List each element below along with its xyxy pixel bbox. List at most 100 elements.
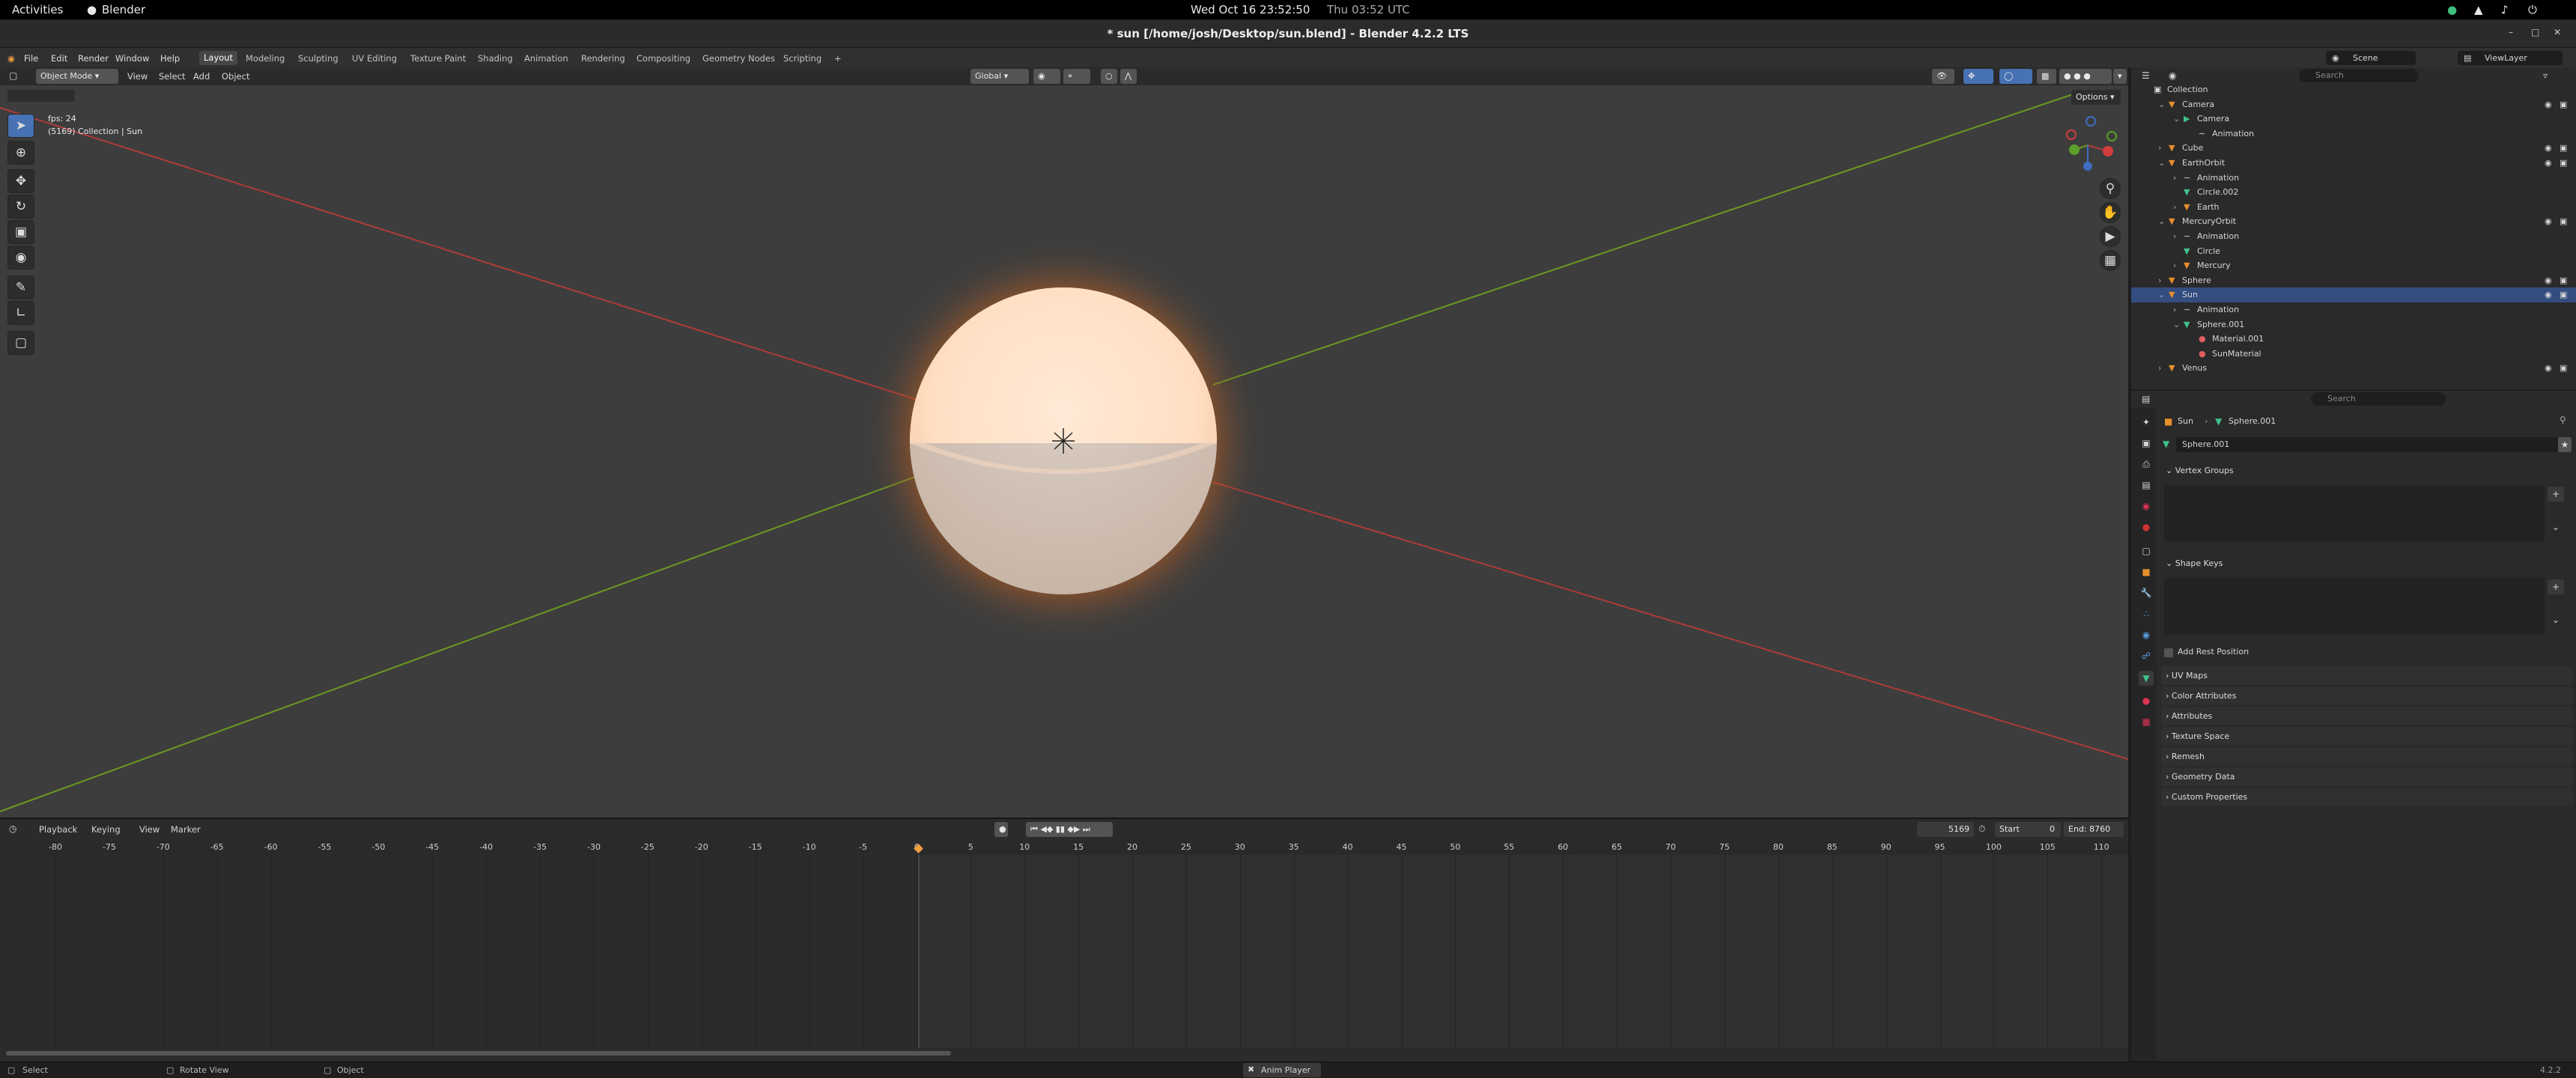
menu-render[interactable]: Render	[78, 53, 109, 64]
output-tab-icon[interactable]: ⎙	[2139, 457, 2154, 472]
outliner[interactable]: ☰ ◉ Search ▿ ▣ Collection ⌄ ▼ Camera ◉ ▣ ⌄ ▶ Came…	[2131, 67, 2576, 389]
tab-modeling[interactable]: Modeling	[246, 53, 285, 64]
render-tab-icon[interactable]: ▣	[2139, 436, 2154, 451]
visibility-eye-icon[interactable]: ◉	[2545, 361, 2552, 376]
add-cube-tool[interactable]: ▢	[7, 331, 34, 355]
chevron-down-icon[interactable]: ⌄	[2158, 156, 2165, 171]
shape-keys-list[interactable]	[2164, 578, 2545, 635]
outliner-row[interactable]: ∼ Animation	[2131, 127, 2576, 141]
visibility-eye-icon[interactable]: ◉	[2545, 156, 2552, 171]
outliner-row[interactable]: ⌄ ▼ Camera ◉ ▣	[2131, 97, 2576, 112]
collapsed-panel[interactable]: › Custom Properties	[2161, 788, 2573, 806]
properties-search-input[interactable]: Search	[2311, 392, 2446, 406]
world-tab-icon[interactable]: ●	[2139, 520, 2154, 535]
shading-options-button[interactable]: ▾	[2113, 69, 2127, 84]
chevron-right-icon[interactable]: ›	[2173, 200, 2176, 215]
constraints-tab-icon[interactable]: ☍	[2139, 648, 2154, 663]
tab-geometry-nodes[interactable]: Geometry Nodes	[702, 53, 775, 64]
tray-status-icon[interactable]: ●	[2447, 3, 2457, 16]
minimize-icon[interactable]: –	[2509, 27, 2513, 37]
outliner-row[interactable]: › ∼ Animation	[2131, 302, 2576, 317]
visibility-button[interactable]: 👁	[1932, 69, 1954, 84]
properties-editor-icon[interactable]: ▤	[2142, 394, 2150, 404]
menu-marker[interactable]: Marker	[171, 824, 201, 835]
orientation-dropdown[interactable]: Global ▾	[970, 69, 1029, 84]
visibility-eye-icon[interactable]: ◉	[2545, 97, 2552, 112]
outliner-row[interactable]: › ▼ Mercury	[2131, 258, 2576, 273]
mesh-browse-icon[interactable]: ▼	[2163, 439, 2169, 449]
menu-help[interactable]: Help	[160, 53, 180, 64]
shape-keys-panel-header[interactable]: ⌄ Shape Keys	[2161, 554, 2573, 573]
collapsed-panel[interactable]: › Remesh	[2161, 747, 2573, 766]
options-dropdown[interactable]: Options ▾	[2071, 90, 2121, 105]
add-workspace-button[interactable]: +	[834, 53, 842, 64]
menu-keying[interactable]: Keying	[91, 824, 121, 835]
zoom-button[interactable]: ⚲	[2100, 178, 2121, 199]
fake-user-button[interactable]: ★	[2558, 437, 2572, 452]
outliner-row[interactable]: ▼ Circle	[2131, 244, 2576, 259]
proportional-edit-button[interactable]: ○	[1101, 69, 1117, 84]
outliner-row[interactable]: › ∼ Animation	[2131, 229, 2576, 244]
gizmo-toggle-button[interactable]: ✥	[1963, 69, 1993, 84]
visibility-eye-icon[interactable]: ◉	[2545, 141, 2552, 156]
properties-editor[interactable]: ▤ Search ✦ ▣ ⎙ ▤ ◉ ● ▢ ■ 🔧 ∴ ◉ ☍ ▼ ● ▦ ■…	[2131, 391, 2576, 1062]
collection-tab-icon[interactable]: ▢	[2139, 543, 2154, 558]
perspective-toggle-button[interactable]: ▦	[2100, 250, 2121, 271]
stopwatch-icon[interactable]: ⏱	[1978, 823, 1985, 835]
tab-sculpting[interactable]: Sculpting	[298, 53, 338, 64]
falloff-button[interactable]: ⋀	[1120, 69, 1137, 84]
blender-app-icon[interactable]: ●	[87, 3, 97, 16]
start-frame-field[interactable]: Start 0	[1995, 822, 2061, 837]
outliner-search-input[interactable]: Search	[2299, 69, 2419, 82]
pivot-dropdown[interactable]: ◉	[1033, 69, 1060, 84]
tab-texture-paint[interactable]: Texture Paint	[410, 53, 466, 64]
menu-add[interactable]: Add	[193, 71, 210, 82]
render-camera-icon[interactable]: ▣	[2560, 273, 2567, 288]
material-tab-icon[interactable]: ●	[2139, 693, 2154, 708]
chevron-right-icon[interactable]: ›	[2158, 141, 2161, 156]
tab-rendering[interactable]: Rendering	[581, 53, 625, 64]
3d-viewport[interactable]: fps: 24 (5169) Collection | Sun ➤ ⊕ ✥ ↻ …	[0, 85, 2128, 817]
end-frame-field[interactable]: End: 8760	[2064, 822, 2124, 837]
editor-type-icon[interactable]: ▢	[9, 70, 17, 81]
particles-tab-icon[interactable]: ∴	[2139, 606, 2154, 621]
visibility-eye-icon[interactable]: ◉	[2545, 214, 2552, 229]
render-camera-icon[interactable]: ▣	[2560, 97, 2567, 112]
anim-player-task[interactable]: ✖ Anim Player	[1243, 1063, 1321, 1077]
overlay-toggle-button[interactable]: ◯	[1999, 69, 2032, 84]
chevron-right-icon[interactable]: ›	[2173, 258, 2176, 273]
scale-tool[interactable]: ▣	[7, 220, 34, 244]
outliner-editor-icon[interactable]: ☰	[2142, 70, 2150, 81]
app-name-menu[interactable]: Blender	[102, 3, 145, 16]
chevron-right-icon[interactable]: ›	[2158, 273, 2161, 288]
menu-file[interactable]: File	[24, 53, 38, 64]
add-vertex-group-button[interactable]: +	[2548, 487, 2564, 502]
shape-key-menu-button[interactable]: ⌄	[2548, 612, 2564, 627]
current-frame-field[interactable]: 5169	[1917, 822, 1974, 837]
chevron-down-icon[interactable]: ⌄	[2158, 287, 2165, 302]
activities-button[interactable]: Activities	[12, 3, 63, 16]
render-camera-icon[interactable]: ▣	[2560, 141, 2567, 156]
tab-scripting[interactable]: Scripting	[783, 53, 821, 64]
vertex-group-menu-button[interactable]: ⌄	[2548, 520, 2564, 535]
outliner-row[interactable]: ⌄ ▶ Camera	[2131, 112, 2576, 127]
auto-keying-button[interactable]: ●	[994, 822, 1008, 837]
rotate-tool[interactable]: ↻	[7, 195, 34, 219]
menu-view[interactable]: View	[127, 71, 148, 82]
blender-logo-icon[interactable]: ◉	[7, 53, 15, 64]
outliner-row[interactable]: ▼ Circle.002	[2131, 185, 2576, 200]
network-icon[interactable]: ▲	[2474, 3, 2483, 16]
outliner-row[interactable]: › ∼ Animation	[2131, 171, 2576, 186]
menu-playback[interactable]: Playback	[39, 824, 77, 835]
mesh-name-field[interactable]: Sphere.001	[2176, 437, 2558, 452]
maximize-icon[interactable]: □	[2531, 27, 2539, 37]
texture-tab-icon[interactable]: ▦	[2139, 714, 2154, 729]
transform-tool[interactable]: ◉	[7, 246, 34, 270]
playback-controls[interactable]: ⏮ ◀◆ ▮▮ ◆▶ ⏭	[1026, 822, 1113, 837]
scene-selector[interactable]: ◉ Scene	[2326, 51, 2416, 65]
outliner-row[interactable]: ⌄ ▼ Sun ◉ ▣	[2131, 287, 2576, 303]
tool-tab-icon[interactable]: ✦	[2139, 415, 2154, 430]
data-tab-icon[interactable]: ▼	[2139, 671, 2154, 686]
menu-edit[interactable]: Edit	[51, 53, 67, 64]
outliner-row[interactable]: › ▼ Venus ◉ ▣	[2131, 361, 2576, 376]
